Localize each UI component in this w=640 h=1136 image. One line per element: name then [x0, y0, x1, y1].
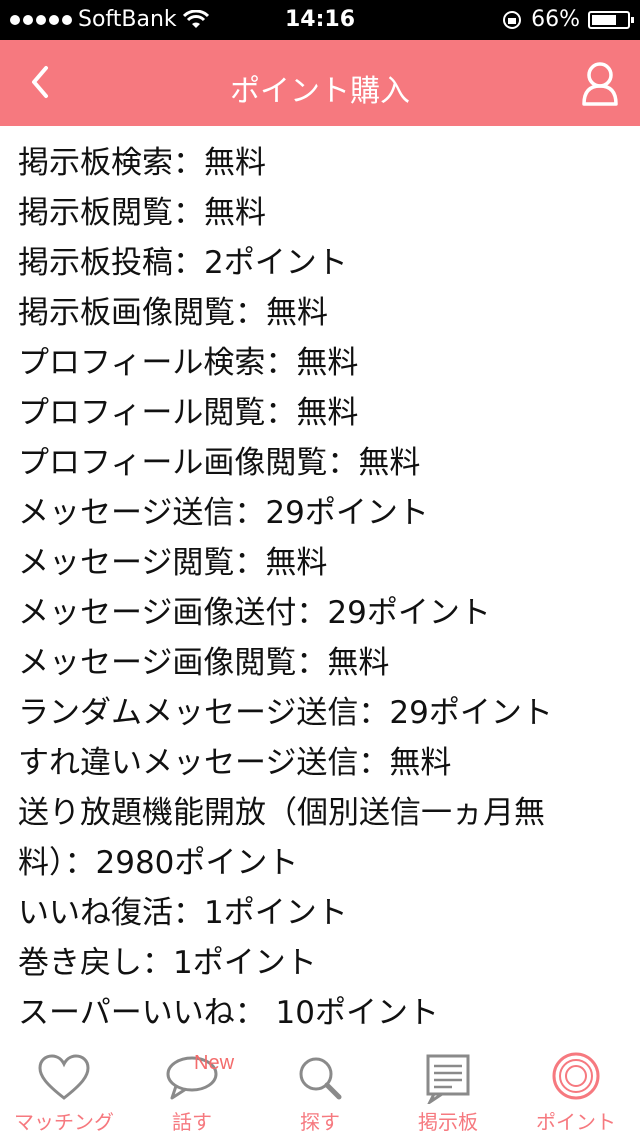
heart-icon [38, 1054, 90, 1100]
tab-talk-label: 話す [172, 1110, 212, 1134]
status-bar: SoftBank 14:16 66% [0, 0, 640, 40]
list-item: すれ違いメッセージ送信：無料 [18, 745, 452, 781]
list-item: 巻き戻し：1ポイント [18, 945, 317, 981]
list-item: プロフィール検索：無料 [18, 345, 359, 381]
point-cost-list: 掲示板検索：無料 掲示板閲覧：無料 掲示板投稿：2ポイント 掲示板画像閲覧：無料… [18, 138, 628, 1038]
tab-points[interactable]: ポイント [512, 1040, 640, 1136]
list-item: スーパーいいね： 10ポイント [18, 995, 439, 1031]
tab-talk[interactable]: New 話す [128, 1040, 256, 1136]
tab-board[interactable]: 掲示板 [384, 1040, 512, 1136]
list-item: メッセージ閲覧：無料 [18, 545, 328, 581]
tab-points-label: ポイント [536, 1110, 616, 1134]
status-right: 66% [501, 7, 634, 32]
list-item: メッセージ送信：29ポイント [18, 495, 429, 531]
tab-search[interactable]: 探す [256, 1040, 384, 1136]
rotation-lock-icon [503, 10, 522, 29]
list-item: いいね復活：1ポイント [18, 895, 348, 931]
list-item: ランダムメッセージ送信：29ポイント [18, 695, 553, 731]
tab-search-label: 探す [300, 1110, 340, 1134]
battery-icon [588, 10, 634, 29]
list-item: 掲示板投稿：2ポイント [18, 245, 348, 281]
list-item: 掲示板検索：無料 [18, 145, 266, 181]
list-item: メッセージ画像送付：29ポイント [18, 595, 491, 631]
list-item: 掲示板画像閲覧：無料 [18, 295, 328, 331]
tab-matching[interactable]: マッチング [0, 1040, 128, 1136]
bulletin-board-icon [426, 1054, 470, 1104]
tab-matching-label: マッチング [14, 1110, 114, 1134]
tab-bar: マッチング New 話す 探す 掲示板 ポイント [0, 1040, 640, 1136]
list-item: プロフィール画像閲覧：無料 [18, 445, 421, 481]
list-item: 送り放題機能開放（個別送信一ヵ月無料）：2980ポイント [18, 795, 545, 881]
list-item: メッセージ画像閲覧：無料 [18, 645, 390, 681]
tab-board-label: 掲示板 [418, 1110, 478, 1134]
nav-bar: ポイント購入 [0, 40, 640, 126]
new-badge: New [194, 1052, 235, 1074]
coin-icon [552, 1052, 600, 1100]
battery-percent: 66% [531, 7, 580, 32]
list-item: プロフィール閲覧：無料 [18, 395, 359, 431]
list-item: 掲示板閲覧：無料 [18, 195, 266, 231]
page-title: ポイント購入 [230, 74, 410, 109]
magnifier-icon [299, 1057, 342, 1100]
profile-icon[interactable] [578, 60, 622, 108]
